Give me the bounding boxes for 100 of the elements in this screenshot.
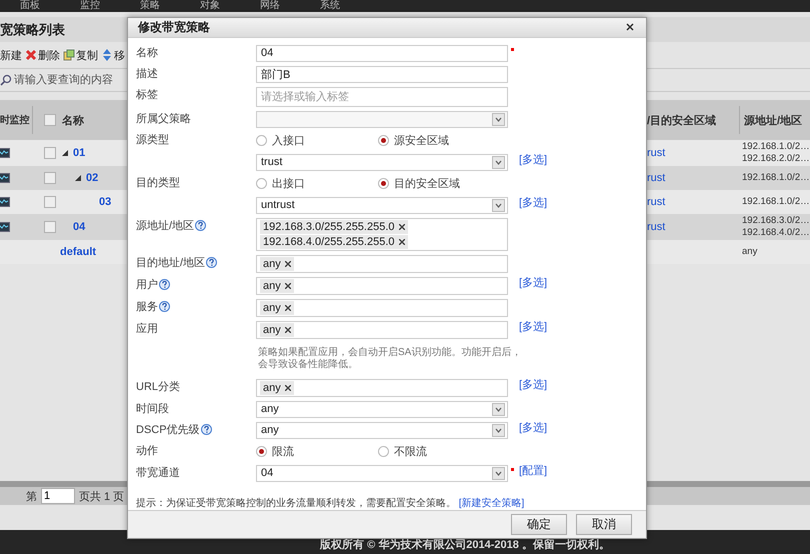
field-label: 服务 [136,300,158,314]
toolbar-button[interactable]: 删除 [25,48,60,62]
table-cell: 192.168.1.0/2… [742,196,810,208]
dropdown-field[interactable]: untrust [256,196,508,214]
zone-link[interactable]: rust [647,196,666,208]
toolbar-button[interactable]: 新建 [0,48,22,62]
nav-tab[interactable]: 面板 [20,0,40,12]
multi-select-link[interactable]: [多选] [519,420,548,434]
radio-option[interactable]: 入接口 [256,133,378,148]
text-field[interactable]: 部门B [256,66,508,83]
field-label: 描述 [136,68,158,81]
policy-name-link[interactable]: 03 [99,196,112,208]
field-label: 标签 [136,88,158,102]
delete-icon [25,49,37,61]
help-icon[interactable] [159,300,170,312]
copyright-text: 版权所有 © 华为技术有限公司2014-2018 。保留一切权利。 [320,538,610,552]
tag-chip: any [260,278,294,293]
tag-chip: any [260,300,294,315]
nav-tab[interactable]: 监控 [80,0,100,12]
new-policy-link[interactable]: [新建安全策略] [458,498,524,509]
dropdown-field[interactable]: trust [256,154,508,171]
multi-select-link[interactable]: [多选] [519,318,548,333]
column-header: /目的安全区域 [647,114,716,128]
close-button[interactable] [624,21,636,34]
field-label: 用户 [136,278,158,292]
remove-icon[interactable] [284,260,291,267]
tag-field[interactable]: any [256,378,508,397]
text-field[interactable]: 04 [256,44,508,62]
remove-icon[interactable] [284,282,291,289]
radio-option[interactable]: 目的安全区域 [378,176,500,192]
field-label: 动作 [136,444,158,458]
zone-link[interactable]: rust [647,221,666,233]
remove-icon[interactable] [284,304,291,311]
monitor-icon[interactable] [0,173,10,183]
tag-field[interactable]: any [256,276,508,295]
expand-icon[interactable] [75,175,81,181]
zone-link[interactable]: rust [647,172,666,184]
search-icon [0,74,12,86]
pager-label: 第 [26,490,37,504]
tag-field[interactable]: any [256,254,508,273]
multi-select-link[interactable]: [配置] [519,462,548,477]
multi-select-link[interactable]: [多选] [519,152,548,166]
help-icon[interactable] [200,424,212,435]
nav-tab[interactable]: 策略 [140,0,160,12]
table-cell: 192.168.2.0/2… [742,153,810,165]
radio-option[interactable]: 不限流 [378,444,500,460]
remove-icon[interactable] [398,238,405,245]
table-cell: any [742,246,758,258]
policy-name-link[interactable]: 04 [73,221,86,233]
dropdown-field[interactable]: any [256,400,508,418]
row-checkbox[interactable] [44,221,56,233]
radio-option[interactable]: 源安全区域 [378,133,500,148]
help-icon[interactable] [206,256,218,268]
row-checkbox[interactable] [44,147,56,159]
remove-icon[interactable] [284,384,291,391]
field-label: 目的类型 [136,176,180,190]
multi-select-link[interactable]: [多选] [519,376,548,391]
tag-chip: any [260,322,294,337]
multi-select-link[interactable]: [多选] [519,194,548,209]
remove-icon[interactable] [284,326,291,333]
row-checkbox[interactable] [44,196,56,208]
multi-select-link[interactable]: [多选] [519,274,548,289]
search-field[interactable]: 请输入要查询的内容 [14,74,124,86]
dialog-button[interactable]: 确定 [511,514,567,535]
tag-field[interactable]: 192.168.3.0/255.255.255.0 192.168.4.0/255.255.255.0 [256,218,508,251]
field-label: DSCP优先级 [136,424,200,437]
tag-field[interactable]: any [256,298,508,317]
field-label: 带宽通道 [136,466,180,480]
policy-name-link[interactable]: default [60,246,96,258]
remove-icon[interactable] [398,224,405,230]
pager-label: 页共 1 页 [79,490,124,504]
help-icon[interactable] [159,278,170,290]
row-checkbox[interactable] [44,172,56,184]
dialog-button[interactable]: 取消 [576,514,632,535]
hint-text: 提示：为保证受带宽策略控制的业务流量顺利转发，需要配置安全策略。 [新建安全策略] [136,496,526,510]
toolbar-button[interactable]: 复制 [63,48,98,62]
policy-name-link[interactable]: 01 [73,147,86,159]
expand-icon[interactable] [62,150,68,156]
page-field[interactable]: 1 [41,488,75,504]
monitor-icon[interactable] [0,197,10,207]
radio-option[interactable]: 出接口 [256,176,378,192]
nav-tab[interactable]: 对象 [200,0,220,12]
radio-option[interactable]: 限流 [256,444,378,460]
text-field[interactable]: 请选择或输入标签 [256,86,508,107]
dropdown-field[interactable]: 04 [256,464,508,482]
header-checkbox[interactable] [44,114,56,126]
table-cell: 192.168.1.0/2… [742,172,810,184]
help-icon[interactable] [195,220,206,231]
tag-field[interactable]: any [256,320,508,339]
policy-name-link[interactable]: 02 [86,172,98,184]
zone-link[interactable]: rust [647,147,666,159]
monitor-icon[interactable] [0,222,10,232]
field-label: 源地址/地区 [136,220,194,233]
note-text: 策略如果配置应用，会自动开启SA识别功能。功能开启后，会导致设备性能降低。 [257,346,522,372]
tag-chip: 192.168.4.0/255.255.255.0 [260,234,408,249]
monitor-icon[interactable] [0,148,10,158]
nav-tab[interactable]: 网络 [260,0,280,12]
table-cell: 192.168.4.0/2… [742,227,810,239]
dropdown-field[interactable]: any [256,422,508,439]
toolbar-button[interactable]: 移 [101,48,125,62]
